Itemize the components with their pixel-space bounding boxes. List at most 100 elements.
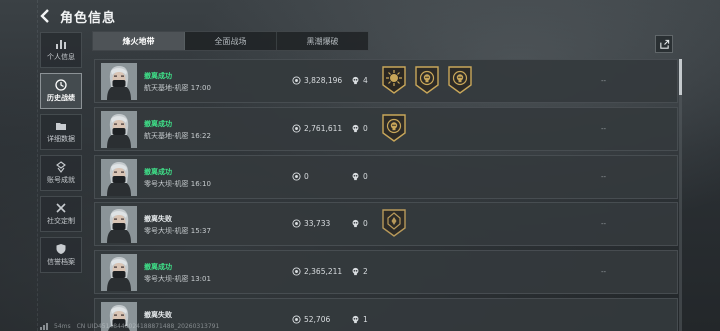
kills-stat: 1 xyxy=(351,315,368,324)
kills-stat: 0 xyxy=(351,172,368,181)
badge-list xyxy=(381,114,407,142)
operator-avatar xyxy=(101,206,137,243)
operator-avatar xyxy=(101,111,137,148)
bar-chart-icon xyxy=(56,40,66,49)
sidebar-item-details[interactable]: 详细数据 xyxy=(40,114,82,150)
kills-stat: 0 xyxy=(351,124,368,133)
share-icon xyxy=(659,39,669,49)
back-arrow-icon[interactable] xyxy=(38,7,52,25)
page-title: 角色信息 xyxy=(60,10,117,26)
kill-count: 2 xyxy=(363,267,368,276)
extraction-status: 撤离成功 xyxy=(144,72,172,80)
skull-crest-badge[interactable] xyxy=(414,66,440,94)
mode-tabs: 烽火地带 全面战场 黑潮爆破 xyxy=(92,31,369,51)
operator-avatar xyxy=(101,159,137,196)
kills-stat: 4 xyxy=(351,76,368,85)
extraction-status: 撤离成功 xyxy=(144,168,172,176)
kill-count: 0 xyxy=(363,172,368,181)
kill-count: 1 xyxy=(363,315,368,324)
sidebar-item-label: 详细数据 xyxy=(47,135,75,143)
extra-value: -- xyxy=(601,173,607,181)
ping-text: 54ms xyxy=(54,323,71,330)
match-row[interactable]: 撤离成功 零号大坝-机密 13:01 2,365,211 2 -- xyxy=(94,250,678,294)
coin-icon xyxy=(292,76,301,85)
uid-text: CN UID451484480241888714​88_20260313791 xyxy=(76,323,220,330)
left-decoration xyxy=(0,0,38,331)
extra-value: -- xyxy=(601,220,607,228)
operator-avatar xyxy=(101,63,137,100)
extraction-status: 撤离失败 xyxy=(144,215,172,223)
history-icon xyxy=(55,79,67,91)
scrollbar-thumb[interactable] xyxy=(679,59,682,95)
extra-value: -- xyxy=(601,268,607,276)
scrollbar[interactable] xyxy=(679,59,682,331)
value-amount: 33,733 xyxy=(304,219,331,228)
map-and-time: 零号大坝-机密 13:01 xyxy=(144,275,211,283)
extraction-status: 撤离失败 xyxy=(144,311,172,319)
value-stat: 52,706 xyxy=(292,315,330,324)
match-row[interactable]: 撤离成功 航天基地-机密 16:22 2,761,611 0 -- xyxy=(94,107,678,151)
skull-icon xyxy=(352,124,359,133)
match-row[interactable]: 撤离成功 零号大坝-机密 16:10 0 0 -- xyxy=(94,155,678,199)
sidebar-item-label: 信誉档案 xyxy=(47,258,75,266)
sidebar-item-history[interactable]: 历史战绩 xyxy=(40,73,82,109)
sidebar-item-label: 个人信息 xyxy=(47,53,75,61)
banner-badge[interactable] xyxy=(381,209,407,237)
folder-icon xyxy=(56,123,66,130)
tools-icon xyxy=(56,203,66,213)
tab-blackout[interactable]: 黑潮爆破 xyxy=(277,32,368,50)
value-amount: 0 xyxy=(304,172,309,181)
sidebar-item-achievements[interactable]: 账号成就 xyxy=(40,155,82,191)
extraction-status: 撤离成功 xyxy=(144,263,172,271)
value-stat: 33,733 xyxy=(292,219,330,228)
value-amount: 2,761,611 xyxy=(304,124,343,133)
operator-avatar xyxy=(101,254,137,291)
kills-stat: 2 xyxy=(351,267,368,276)
sidebar-item-label: 社交定制 xyxy=(47,217,75,225)
coin-icon xyxy=(292,124,301,133)
skull-crest-badge[interactable] xyxy=(381,114,407,142)
skull-icon xyxy=(352,172,359,181)
value-amount: 2,365,211 xyxy=(304,267,343,276)
sidebar-item-label: 历史战绩 xyxy=(47,94,75,102)
coin-icon xyxy=(292,315,301,324)
badge-list xyxy=(381,66,473,94)
map-and-time: 航天基地-机密 16:22 xyxy=(144,132,211,140)
kill-count: 4 xyxy=(363,76,368,85)
match-row[interactable]: 撤离失败 零号大坝-机密 15:37 33,733 0 -- xyxy=(94,202,678,246)
kill-count: 0 xyxy=(363,219,368,228)
share-button[interactable] xyxy=(655,35,673,53)
shield-icon xyxy=(56,244,66,254)
value-amount: 3,828,196 xyxy=(304,76,343,85)
extraction-status: 撤离成功 xyxy=(144,120,172,128)
tab-full-battlefield[interactable]: 全面战场 xyxy=(185,32,277,50)
value-stat: 3,828,196 xyxy=(292,76,342,85)
sidebar-item-profile[interactable]: 个人信息 xyxy=(40,32,82,68)
skull-icon xyxy=(352,315,359,324)
sun-emblem-badge[interactable] xyxy=(381,66,407,94)
achievement-icon xyxy=(56,161,66,173)
sidebar-item-reputation[interactable]: 信誉档案 xyxy=(40,237,82,273)
kill-count: 0 xyxy=(363,124,368,133)
header: 角色信息 xyxy=(38,4,116,28)
coin-icon xyxy=(292,172,301,181)
value-amount: 52,706 xyxy=(304,315,331,324)
map-and-time: 航天基地-机密 17:00 xyxy=(144,84,211,92)
skull-crest-badge[interactable] xyxy=(447,66,473,94)
extra-value: -- xyxy=(601,125,607,133)
value-stat: 2,761,611 xyxy=(292,124,342,133)
sidebar: 个人信息 历史战绩 详细数据 账号成就 社交定制 信誉档案 xyxy=(40,32,84,273)
value-stat: 2,365,211 xyxy=(292,267,342,276)
skull-icon xyxy=(352,267,359,276)
signal-icon xyxy=(40,323,48,330)
sidebar-item-label: 账号成就 xyxy=(47,176,75,184)
sidebar-item-social[interactable]: 社交定制 xyxy=(40,196,82,232)
match-row[interactable]: 撤离成功 航天基地-机密 17:00 3,828,196 4 -- xyxy=(94,59,678,103)
coin-icon xyxy=(292,267,301,276)
kills-stat: 0 xyxy=(351,219,368,228)
map-and-time: 零号大坝-机密 16:10 xyxy=(144,180,211,188)
skull-icon xyxy=(352,76,359,85)
footer: 54ms CN UID451484480241888714​88_2026031… xyxy=(40,322,219,331)
skull-icon xyxy=(352,219,359,228)
tab-hazard-zone[interactable]: 烽火地带 xyxy=(93,32,185,50)
